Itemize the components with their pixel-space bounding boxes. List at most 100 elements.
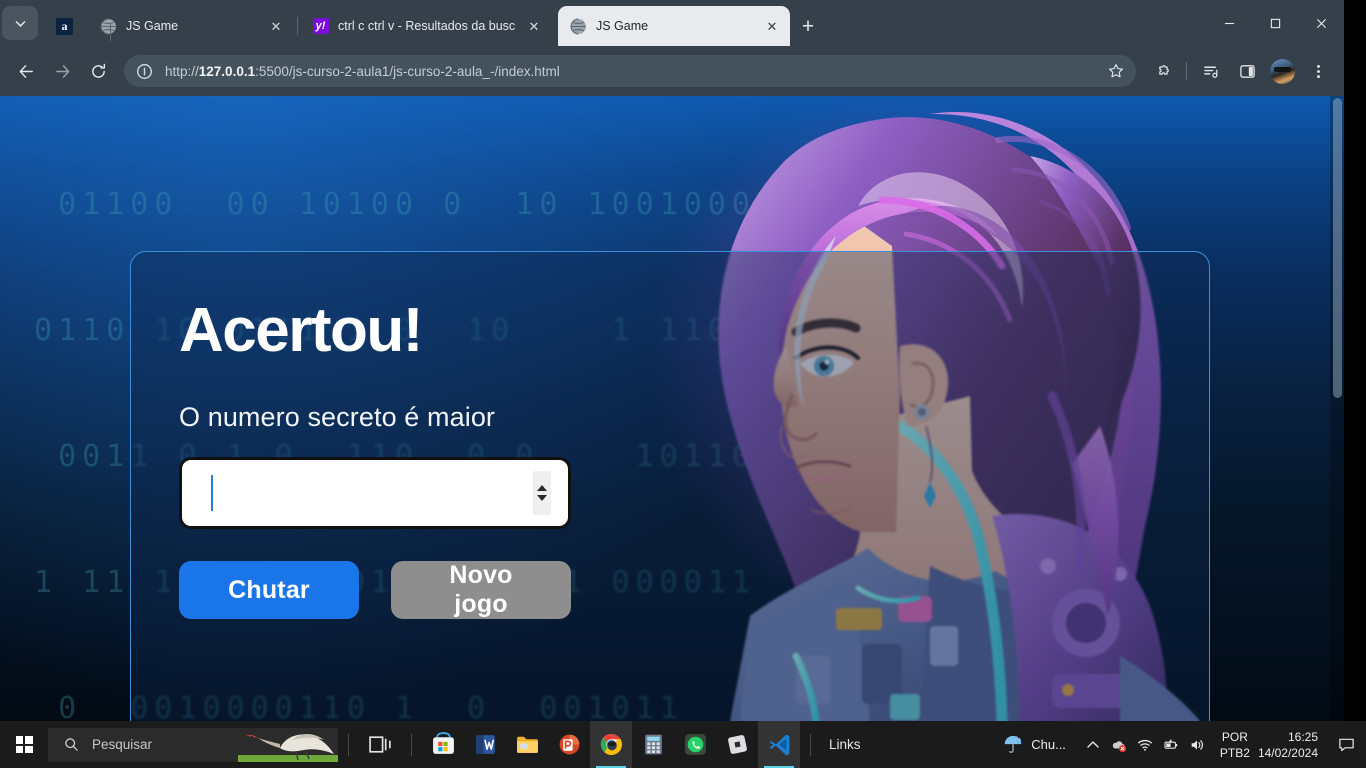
taskbar-app-file-explorer[interactable] — [506, 721, 548, 768]
maximize-button[interactable] — [1252, 0, 1298, 46]
maximize-icon — [1270, 18, 1280, 28]
tray-volume-button[interactable] — [1184, 727, 1210, 763]
spinner-down-icon[interactable] — [537, 495, 547, 501]
windows-logo-icon — [15, 736, 33, 753]
reload-icon — [91, 63, 105, 78]
tray-overflow-button[interactable] — [1080, 727, 1106, 763]
amazon-a-icon: a — [56, 17, 73, 35]
taskbar-app-whatsapp[interactable] — [674, 721, 716, 768]
toolbar-divider — [1186, 62, 1187, 80]
info-circle-icon[interactable] — [136, 63, 153, 80]
tab-title: JS Game — [596, 19, 649, 33]
reading-list-icon — [1203, 66, 1217, 78]
clock-time: 16:25 — [1287, 729, 1318, 744]
bookmark-button[interactable] — [1102, 57, 1130, 85]
wifi-icon — [1138, 739, 1152, 751]
taskbar-app-visual-studio-code[interactable] — [758, 721, 800, 768]
taskbar-app-google-chrome[interactable] — [590, 721, 632, 768]
tab-close-button[interactable]: ✕ — [266, 16, 286, 36]
clock-date: 14/02/2024 — [1257, 745, 1318, 760]
tray-network-button[interactable] — [1132, 727, 1158, 763]
taskbar-divider — [348, 733, 349, 756]
task-view-button[interactable] — [359, 721, 401, 768]
forward-button[interactable] — [47, 56, 77, 86]
taskbar-app-microsoft-store[interactable] — [422, 721, 464, 768]
new-game-button[interactable]: Novo jogo — [391, 561, 571, 619]
language-line-2: PTB2 — [1219, 745, 1250, 760]
clock[interactable]: 16:25 14/02/2024 — [1258, 729, 1318, 761]
new-tab-button[interactable]: + — [794, 12, 822, 40]
tray-battery-button[interactable] — [1158, 727, 1184, 763]
tab-js-game-1[interactable]: a JS Game ✕ — [44, 6, 294, 46]
chrome-menu-button[interactable] — [1303, 56, 1333, 86]
address-bar[interactable]: http://127.0.0.1:5500/js-curso-2-aula1/j… — [124, 55, 1136, 87]
tab-divider — [297, 17, 298, 35]
crane-bird-image — [238, 728, 338, 762]
taskbar-search-box[interactable]: Pesquisar — [48, 727, 338, 762]
guess-button[interactable]: Chutar — [179, 561, 359, 619]
tray-onedrive-button[interactable] — [1106, 727, 1132, 763]
language-indicator[interactable]: POR PTB2 — [1220, 729, 1250, 761]
tab-divider — [110, 23, 111, 41]
page-title: Acertou! — [179, 296, 423, 365]
hint-message: O numero secreto é maior — [179, 402, 496, 432]
notification-center-button[interactable] — [1330, 721, 1362, 768]
tab-strip: a JS Game ✕ y! ctrl c ctrl v - Resultado… — [0, 0, 1344, 46]
volume-icon — [1191, 739, 1203, 750]
arrow-right-icon — [55, 64, 69, 78]
taskbar-app-calculator[interactable] — [632, 721, 674, 768]
task-view-icon — [368, 736, 391, 753]
puzzle-piece-icon — [1158, 64, 1169, 75]
window-controls — [1206, 0, 1344, 46]
taskbar-app-microsoft-word[interactable] — [464, 721, 506, 768]
extensions-button[interactable] — [1147, 56, 1177, 86]
reading-list-button[interactable] — [1196, 56, 1226, 86]
guess-input[interactable] — [179, 457, 571, 529]
action-buttons: Chutar Novo jogo — [179, 561, 1209, 619]
taskbar-app-microsoft-powerpoint[interactable] — [548, 721, 590, 768]
taskbar-divider — [411, 733, 412, 756]
tab-close-button[interactable]: ✕ — [762, 16, 782, 36]
three-dot-menu-icon — [1316, 64, 1320, 78]
links-toolbar-label[interactable]: Links — [829, 737, 861, 752]
back-button[interactable] — [11, 56, 41, 86]
close-icon — [1316, 18, 1326, 28]
number-spinner[interactable] — [533, 471, 551, 515]
text-caret — [211, 475, 213, 511]
language-line-1: POR — [1221, 729, 1248, 744]
tab-title: JS Game — [126, 19, 179, 33]
spinner-up-icon[interactable] — [537, 485, 547, 491]
browser-toolbar: http://127.0.0.1:5500/js-curso-2-aula1/j… — [0, 46, 1344, 96]
side-panel-icon — [1239, 64, 1255, 78]
weather-widget[interactable]: Chu... — [1002, 734, 1066, 756]
umbrella-rain-icon — [1004, 735, 1022, 753]
game-card: Acertou! O numero secreto é maior Chutar… — [130, 251, 1210, 721]
reload-button[interactable] — [83, 56, 113, 86]
minimize-button[interactable] — [1206, 0, 1252, 46]
yahoo-icon: y! — [312, 18, 329, 35]
globe-icon — [570, 18, 587, 35]
tab-close-button[interactable]: ✕ — [524, 16, 544, 36]
chevron-up-icon — [1087, 740, 1099, 748]
side-panel-button[interactable] — [1232, 56, 1262, 86]
page-scrollbar[interactable] — [1330, 96, 1344, 721]
url-text: http://127.0.0.1:5500/js-curso-2-aula1/j… — [165, 63, 560, 79]
scrollbar-thumb[interactable] — [1333, 98, 1342, 398]
taskbar-app-roblox[interactable] — [716, 721, 758, 768]
guess-input-wrapper — [179, 457, 571, 529]
star-icon — [1109, 64, 1123, 78]
globe-icon — [100, 18, 117, 35]
notification-icon — [1338, 738, 1354, 752]
close-button[interactable] — [1298, 0, 1344, 46]
tab-yahoo-search[interactable]: y! ctrl c ctrl v - Resultados da busc ✕ — [300, 6, 552, 46]
avatar[interactable] — [1270, 58, 1295, 84]
tab-js-game-active[interactable]: JS Game ✕ — [558, 6, 790, 46]
weather-text: Chu... — [1031, 737, 1066, 752]
chevron-down-icon — [15, 20, 25, 27]
onedrive-error-icon — [1112, 740, 1127, 752]
start-button[interactable] — [0, 721, 48, 768]
tab-search-button[interactable] — [2, 6, 38, 40]
minimize-icon — [1224, 22, 1234, 24]
windows-taskbar: Pesquisar Links Chu... POR PTB2 16:25 14… — [0, 721, 1366, 768]
tab-title: ctrl c ctrl v - Resultados da busc — [338, 19, 516, 33]
